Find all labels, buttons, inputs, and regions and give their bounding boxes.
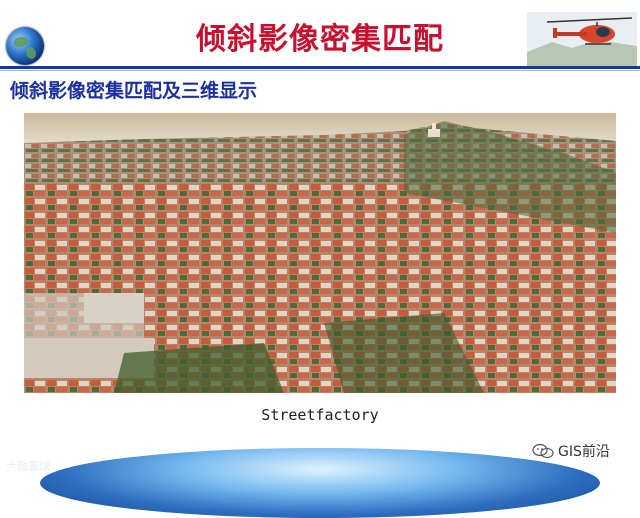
watermark-left: 大融寰球 xyxy=(6,460,50,473)
wechat-icon xyxy=(532,443,554,459)
earth-horizon-decoration xyxy=(40,448,600,518)
image-caption: Streetfactory xyxy=(261,406,379,424)
oblique-city-photo xyxy=(24,113,616,393)
header-rule-thin xyxy=(0,70,640,71)
helicopter-image xyxy=(527,12,637,66)
slide-subtitle: 倾斜影像密集匹配及三维显示 xyxy=(10,80,258,102)
watermark-right: GIS前沿 xyxy=(532,441,610,461)
watermark-right-label: GIS前沿 xyxy=(558,444,610,460)
header-rule xyxy=(0,66,640,69)
